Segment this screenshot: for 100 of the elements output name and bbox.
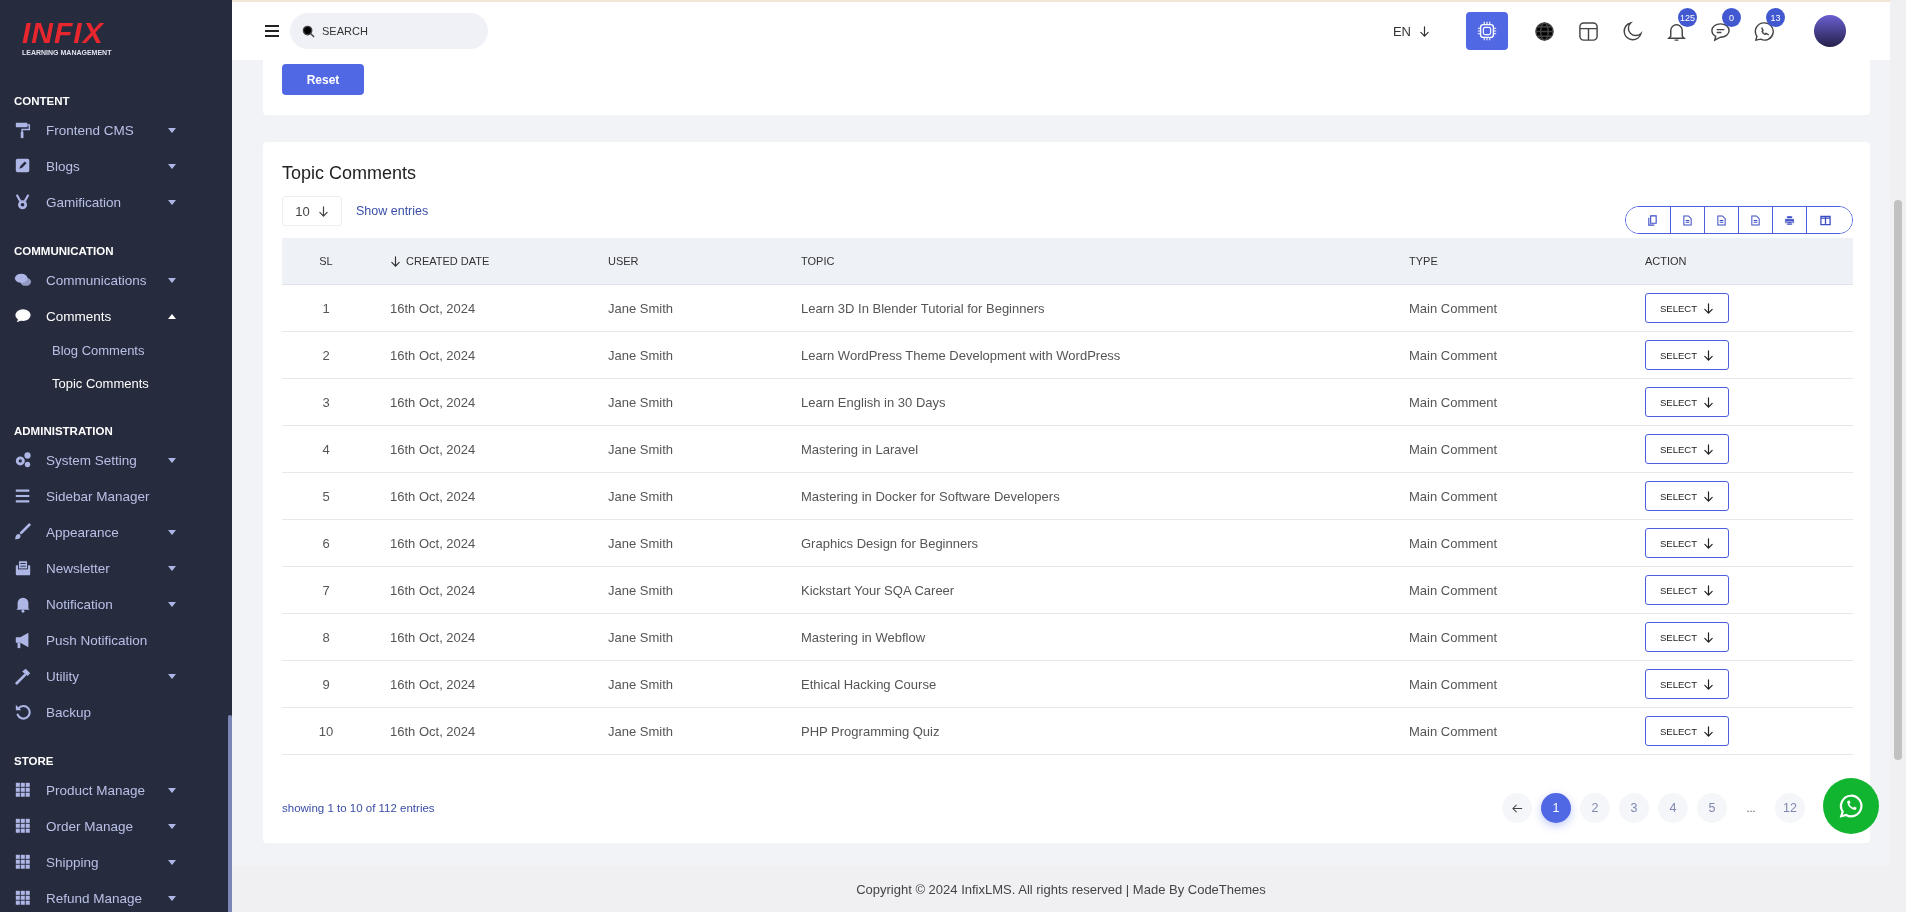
chat-bubbles-icon xyxy=(14,271,32,289)
table-cell-text: Jane Smith xyxy=(607,582,675,598)
table-cell-text: Jane Smith xyxy=(607,488,675,504)
table-cell-text: Jane Smith xyxy=(607,394,675,410)
select-dropdown-button[interactable]: SELECT xyxy=(1645,434,1729,464)
language-selector[interactable]: EN xyxy=(1386,22,1436,40)
sidebar-item[interactable]: Blogs xyxy=(0,148,232,184)
sidebar-item[interactable]: Order Manage xyxy=(0,808,232,844)
sidebar-scrollbar[interactable] xyxy=(228,715,232,912)
table-cell: 5 xyxy=(322,488,330,504)
sidebar-item[interactable]: Backup xyxy=(0,694,232,730)
caret-icon xyxy=(1703,443,1714,455)
sidebar-item[interactable]: Newsletter xyxy=(0,550,232,586)
select-dropdown-button[interactable]: SELECT xyxy=(1645,622,1729,652)
phone-chat-icon xyxy=(1838,793,1864,819)
sidebar-item[interactable]: Notification xyxy=(0,586,232,622)
avatar[interactable] xyxy=(1814,15,1846,47)
brush-icon xyxy=(14,523,32,541)
page-button[interactable]: 1 xyxy=(1541,793,1571,823)
medal-icon xyxy=(14,193,32,211)
card-title: Topic Comments xyxy=(282,163,418,185)
table-cell-text: Kickstart Your SQA Career xyxy=(800,582,956,598)
sort-arrow-icon xyxy=(390,255,401,267)
caret-icon xyxy=(1703,584,1714,596)
menu-icon[interactable] xyxy=(264,24,280,38)
sidebar-item[interactable]: Push Notification xyxy=(0,622,232,658)
table-cell-text: Main Comment xyxy=(1408,629,1499,645)
caret-icon xyxy=(1703,725,1714,737)
sidebar-item[interactable]: System Setting xyxy=(0,442,232,478)
phone-chat-icon[interactable] xyxy=(1753,20,1775,42)
ai-chip-button[interactable] xyxy=(1466,12,1508,50)
search-field[interactable]: SEARCH xyxy=(290,13,488,49)
sidebar-item[interactable]: Frontend CMS xyxy=(0,112,232,148)
select-dropdown-button[interactable]: SELECT xyxy=(1645,481,1729,511)
entries-summary: showing 1 to 10 of 112 entries xyxy=(282,802,435,814)
sidebar-item[interactable]: Product Manage xyxy=(0,772,232,808)
table-cell: 10 xyxy=(318,723,334,739)
table-cell-text: Main Comment xyxy=(1408,300,1499,316)
table-cell-text: Jane Smith xyxy=(607,300,675,316)
chat-bubble-icon xyxy=(14,307,32,325)
message-icon[interactable] xyxy=(1709,20,1731,42)
sidebar-item[interactable]: Appearance xyxy=(0,514,232,550)
sidebar-item[interactable]: Utility xyxy=(0,658,232,694)
table-cell-text: 16th Oct, 2024 xyxy=(389,629,477,645)
table-cell-text: Jane Smith xyxy=(607,441,675,457)
moon-icon[interactable] xyxy=(1621,20,1643,42)
page-size-select[interactable]: 10 xyxy=(282,196,342,226)
table-cell-text: Jane Smith xyxy=(607,723,675,739)
copyright-text: Copyright © 2024 InfixLMS. All rights reserved | Made By CodeThemes xyxy=(232,866,1890,912)
sidebar-item[interactable]: Sidebar Manager xyxy=(0,478,232,514)
table-cell-text: Ethical Hacking Course xyxy=(800,676,938,692)
edit-icon xyxy=(14,157,32,175)
undo-icon xyxy=(14,703,32,721)
sidebar-item[interactable]: Comments xyxy=(0,298,232,334)
search-icon xyxy=(302,25,315,38)
sidebar-item[interactable]: Gamification xyxy=(0,184,232,220)
whatsapp-chat-button[interactable] xyxy=(1823,778,1879,834)
table-cell-text: Jane Smith xyxy=(607,629,675,645)
select-dropdown-button[interactable]: SELECT xyxy=(1645,575,1729,605)
sidebar-item[interactable]: Shipping xyxy=(0,844,232,880)
table-cell-text: Jane Smith xyxy=(607,676,675,692)
table-cell: 9 xyxy=(322,676,330,692)
table-cell-text: 16th Oct, 2024 xyxy=(389,535,477,551)
previous-page-button[interactable] xyxy=(1502,793,1532,823)
arrow-down-icon xyxy=(317,205,329,217)
select-dropdown-button[interactable]: SELECT xyxy=(1645,340,1729,370)
table-cell-text: Main Comment xyxy=(1408,535,1499,551)
table-cell-text: Jane Smith xyxy=(607,347,675,363)
table-cell-text: 16th Oct, 2024 xyxy=(389,723,477,739)
table-cell-text: 16th Oct, 2024 xyxy=(389,394,477,410)
table-cell-text: Learn WordPress Theme Development with WordPress xyxy=(800,347,1122,363)
globe-icon[interactable] xyxy=(1533,20,1555,42)
caret-icon xyxy=(1703,302,1714,314)
column-header: ACTION xyxy=(1644,255,1688,267)
grid-icon xyxy=(14,781,32,799)
table-cell-text: PHP Programming Quiz xyxy=(800,723,941,739)
table-cell-text: Main Comment xyxy=(1408,394,1499,410)
export-button[interactable] xyxy=(1806,207,1852,233)
sortable-column-header[interactable]: CREATED DATE xyxy=(370,255,588,267)
select-dropdown-button[interactable]: SELECT xyxy=(1645,716,1729,746)
sidebar-item[interactable]: Refund Manage xyxy=(0,880,232,912)
gears-icon xyxy=(14,451,32,469)
select-dropdown-button[interactable]: SELECT xyxy=(1645,528,1729,558)
layout-icon[interactable] xyxy=(1577,20,1599,42)
notification-badge: 125 xyxy=(1678,8,1698,27)
arrow-down-icon xyxy=(1419,25,1430,37)
select-dropdown-button[interactable]: SELECT xyxy=(1645,387,1729,417)
sidebar-item[interactable]: Communications xyxy=(0,262,232,298)
scrollbar-thumb[interactable] xyxy=(1894,200,1902,760)
table-cell-text: Jane Smith xyxy=(607,535,675,551)
table-cell: 2 xyxy=(322,347,330,363)
ai-chip-icon xyxy=(1476,20,1498,42)
reset-button[interactable]: Reset xyxy=(282,64,364,95)
select-dropdown-button[interactable]: SELECT xyxy=(1645,293,1729,323)
copy-icon xyxy=(1646,214,1658,226)
submenu-item[interactable]: Topic Comments xyxy=(0,367,232,400)
table-cell-text: Main Comment xyxy=(1408,676,1499,692)
hammer-icon xyxy=(14,667,32,685)
select-dropdown-button[interactable]: SELECT xyxy=(1645,669,1729,699)
submenu-item[interactable]: Blog Comments xyxy=(0,334,232,367)
